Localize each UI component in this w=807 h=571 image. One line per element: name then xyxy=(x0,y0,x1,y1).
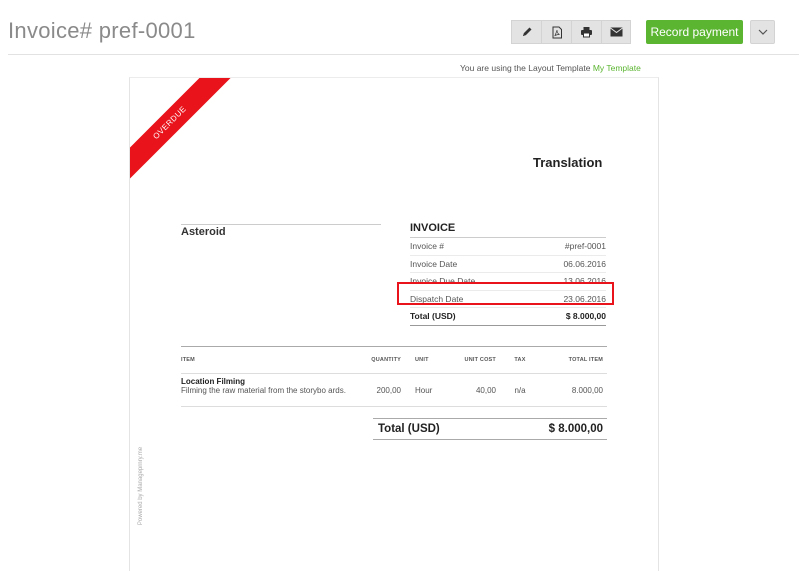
col-total-item: TOTAL ITEM xyxy=(568,357,603,363)
row-label: Invoice # xyxy=(410,241,445,252)
items-header: ITEM QUANTITY UNIT UNIT COST TAX TOTAL I… xyxy=(181,346,607,374)
table-row: Location Filming Filming the raw materia… xyxy=(181,374,607,407)
row-value: $ 8.000,00 xyxy=(565,311,606,322)
print-button[interactable] xyxy=(571,20,601,44)
invoice-total-row: Total (USD) $ 8.000,00 xyxy=(410,308,606,326)
grand-total: Total (USD) $ 8.000,00 xyxy=(373,418,607,440)
overdue-ribbon-label: OVERDUE xyxy=(130,78,231,184)
pencil-icon xyxy=(522,27,531,36)
items-table: ITEM QUANTITY UNIT UNIT COST TAX TOTAL I… xyxy=(181,346,607,407)
invoice-toolbar xyxy=(511,20,631,45)
pdf-button[interactable] xyxy=(541,20,571,44)
edit-button[interactable] xyxy=(511,20,541,44)
client-name: Asteroid xyxy=(181,224,381,238)
invoice-row: Invoice Date 06.06.2016 xyxy=(410,256,606,273)
row-value: 06.06.2016 xyxy=(563,258,606,269)
more-options-button[interactable] xyxy=(750,20,775,44)
overdue-ribbon: OVERDUE xyxy=(130,78,250,198)
row-label: Invoice Date xyxy=(410,258,458,269)
col-tax: TAX xyxy=(514,357,526,363)
invoice-preview: OVERDUE Powered by Manageprnry.me Transl… xyxy=(129,77,659,571)
col-unit-cost: UNIT COST xyxy=(464,357,496,363)
row-value: #pref-0001 xyxy=(564,241,606,252)
grand-total-value: $ 8.000,00 xyxy=(548,423,603,435)
item-quantity: 200,00 xyxy=(376,386,401,395)
invoice-details: INVOICE Invoice # #pref-0001 Invoice Date… xyxy=(410,222,606,326)
item-unit-cost: 40,00 xyxy=(475,386,496,395)
company-name: Translation xyxy=(533,155,603,170)
col-item: ITEM xyxy=(181,357,195,363)
template-link[interactable]: My Template xyxy=(593,63,641,73)
pdf-icon xyxy=(552,26,562,38)
envelope-icon xyxy=(609,27,623,37)
dispatch-date-highlight xyxy=(397,282,614,305)
item-description: Filming the raw material from the storyb… xyxy=(181,386,346,395)
col-unit: UNIT xyxy=(415,357,429,363)
item-tax: n/a xyxy=(514,386,526,395)
item-title: Location Filming xyxy=(181,377,245,386)
invoice-heading: INVOICE xyxy=(410,222,606,238)
template-note-text: You are using the Layout Template xyxy=(460,63,591,73)
row-label: Total (USD) xyxy=(410,311,456,322)
grand-total-label: Total (USD) xyxy=(378,423,440,435)
powered-by: Powered by Manageprnry.me xyxy=(138,446,145,526)
item-cell: Location Filming Filming the raw materia… xyxy=(181,377,361,406)
record-payment-button[interactable]: Record payment xyxy=(646,20,743,44)
template-note: You are using the Layout Template My Tem… xyxy=(460,63,641,73)
col-quantity: QUANTITY xyxy=(371,357,401,363)
item-total: 8.000,00 xyxy=(571,386,603,395)
page-title: Invoice# pref-0001 xyxy=(8,18,196,43)
invoice-row: Invoice # #pref-0001 xyxy=(410,238,606,256)
title-divider xyxy=(8,54,799,55)
chevron-down-icon xyxy=(758,29,767,35)
printer-icon xyxy=(581,27,592,38)
email-button[interactable] xyxy=(601,20,631,44)
item-unit: Hour xyxy=(415,386,433,395)
